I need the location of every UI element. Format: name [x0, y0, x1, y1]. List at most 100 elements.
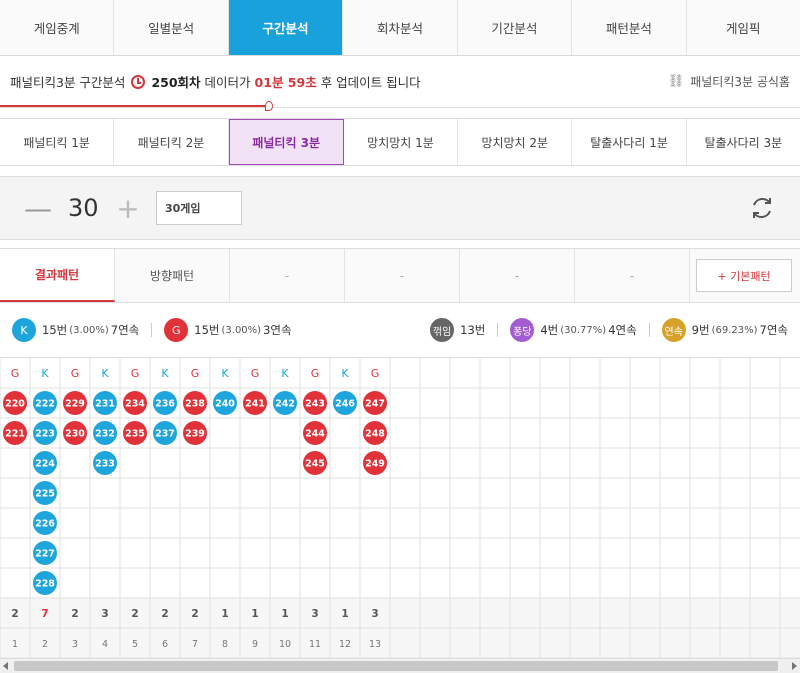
nav-tab-0[interactable]: 게임중계	[0, 0, 115, 55]
scroll-thumb[interactable]	[14, 661, 778, 671]
stat-zigzag: 꺾임 13번	[430, 318, 485, 342]
nav-tab-2[interactable]: 구간분석	[228, 0, 344, 55]
result-ball-number: 237	[155, 429, 175, 440]
pattern-tab-5[interactable]: -	[575, 249, 690, 302]
stat-k: K 15번 (3.00%) 7연속	[12, 318, 139, 342]
update-progress-bar	[0, 101, 273, 111]
decrease-button[interactable]: —	[24, 192, 52, 225]
column-type-label: G	[311, 367, 320, 380]
column-count: 7	[41, 608, 48, 620]
result-ball-number: 238	[185, 399, 205, 410]
column-type-label: G	[371, 367, 380, 380]
game-type-tab-1[interactable]: 패널티킥 2분	[114, 119, 229, 165]
stat-consecutive: 연속 9번 (69.23%) 7연속	[661, 318, 788, 342]
pattern-grid: G 220 221 2 1 K 222 223 224 225 226 227 228 7 2 G 229 230…	[0, 358, 800, 658]
game-count-select[interactable]: 30게임	[156, 191, 242, 225]
result-ball-number: 242	[275, 399, 295, 410]
info-prefix: 패널티킥3분 구간분석	[10, 75, 126, 90]
nav-tab-5[interactable]: 패턴분석	[572, 0, 687, 55]
result-ball-number: 240	[215, 399, 235, 410]
game-type-tabs: 패널티킥 1분 패널티킥 2분 패널티킥 3분 망치망치 1분 망치망치 2분 탈출사다리…	[0, 118, 800, 166]
main-nav: 게임중계 일별분석 구간분석 회차분석 기간분석 패턴분석 게임픽	[0, 0, 800, 56]
column-type-label: K	[341, 367, 349, 380]
result-ball-number: 239	[185, 429, 205, 440]
column-type-label: K	[281, 367, 289, 380]
result-ball-number: 231	[95, 399, 115, 410]
pattern-tab-1[interactable]: 방향패턴	[115, 249, 230, 302]
scroll-left-icon[interactable]	[3, 662, 8, 670]
result-ball-number: 227	[35, 549, 55, 560]
column-type-label: K	[221, 367, 229, 380]
increase-button[interactable]: +	[116, 192, 140, 225]
game-type-tab-5[interactable]: 탈출사다리 1분	[572, 119, 687, 165]
column-type-label: G	[251, 367, 260, 380]
result-ball-number: 241	[245, 399, 265, 410]
column-index: 10	[279, 639, 291, 650]
game-type-tab-2[interactable]: 패널티킥 3분	[228, 119, 344, 165]
g-pct: (3.00%)	[221, 324, 262, 336]
divider	[648, 323, 650, 337]
column-type-label: G	[131, 367, 140, 380]
result-ball-number: 228	[35, 579, 55, 590]
result-ball-number: 244	[305, 429, 325, 440]
result-ball-number: 233	[95, 459, 115, 470]
current-round: 250회차	[151, 75, 201, 90]
column-count: 2	[191, 608, 198, 620]
scroll-right-icon[interactable]	[792, 662, 797, 670]
pattern-tab-3[interactable]: -	[345, 249, 460, 302]
column-index: 9	[252, 639, 258, 650]
column-index: 2	[42, 639, 48, 650]
column-type-label: K	[161, 367, 169, 380]
result-ball-number: 236	[155, 399, 175, 410]
result-ball-number: 222	[35, 399, 55, 410]
link-icon: ⛓	[667, 74, 685, 89]
nav-tab-1[interactable]: 일별분석	[114, 0, 229, 55]
column-index: 6	[162, 639, 168, 650]
result-ball-number: 226	[35, 519, 55, 530]
nav-tab-4[interactable]: 기간분석	[458, 0, 573, 55]
column-type-label: G	[11, 367, 20, 380]
game-type-tab-4[interactable]: 망치망치 2분	[458, 119, 573, 165]
column-index: 12	[339, 639, 351, 650]
alternate-streak: 4연속	[608, 323, 637, 337]
stats-summary: K 15번 (3.00%) 7연속 G 15번 (3.00%) 3연속 꺾임 1…	[0, 303, 800, 358]
pattern-tab-4[interactable]: -	[460, 249, 575, 302]
result-ball-number: 247	[365, 399, 385, 410]
game-type-tab-3[interactable]: 망치망치 1분	[344, 119, 459, 165]
refresh-icon[interactable]	[748, 194, 776, 222]
zigzag-badge: 꺾임	[430, 318, 455, 342]
column-count: 3	[101, 608, 108, 620]
game-type-tab-0[interactable]: 패널티킥 1분	[0, 119, 115, 165]
result-ball-number: 229	[65, 399, 85, 410]
consecutive-pct: (69.23%)	[711, 324, 758, 336]
column-index: 7	[192, 639, 198, 650]
pattern-tab-0[interactable]: 결과패턴	[0, 249, 115, 302]
stat-alternate: 퐁당 4번 (30.77%) 4연속	[510, 318, 637, 342]
k-count: 15번	[42, 323, 68, 337]
result-ball-number: 221	[5, 429, 25, 440]
basic-pattern-button[interactable]: + 기본패턴	[696, 259, 792, 292]
result-ball-number: 245	[305, 459, 325, 470]
nav-tab-3[interactable]: 회차분석	[343, 0, 458, 55]
nav-tab-6[interactable]: 게임픽	[687, 0, 800, 55]
stats-right-group: 꺾임 13번 퐁당 4번 (30.77%) 4연속 연속 9번 (69.23%)…	[430, 318, 788, 342]
game-type-tab-6[interactable]: 탈출사다리 3분	[687, 119, 800, 165]
alternate-count: 4번	[540, 323, 559, 337]
horizontal-scrollbar[interactable]	[0, 658, 800, 673]
result-ball-number: 225	[35, 489, 55, 500]
info-mid: 데이터가	[204, 75, 251, 90]
k-streak: 7연속	[110, 323, 140, 337]
stat-g: G 15번 (3.00%) 3연속	[164, 318, 292, 342]
column-index: 4	[102, 639, 108, 650]
divider	[151, 323, 153, 337]
update-notice: 패널티킥3분 구간분석 250회차 데이터가 01분 59초 후 업데이트 됩니…	[10, 72, 421, 91]
column-count: 1	[341, 608, 348, 620]
game-count-value: 30	[68, 194, 99, 222]
divider	[497, 323, 499, 337]
consecutive-badge: 연속	[661, 318, 686, 342]
pattern-tab-2[interactable]: -	[230, 249, 345, 302]
column-count: 3	[311, 608, 318, 620]
pattern-tabs: 결과패턴 방향패턴 - - - - + 기본패턴	[0, 248, 800, 303]
official-home-link[interactable]: ⛓ 패널티킥3분 공식홈	[668, 73, 790, 90]
result-ball-number: 243	[305, 399, 325, 410]
